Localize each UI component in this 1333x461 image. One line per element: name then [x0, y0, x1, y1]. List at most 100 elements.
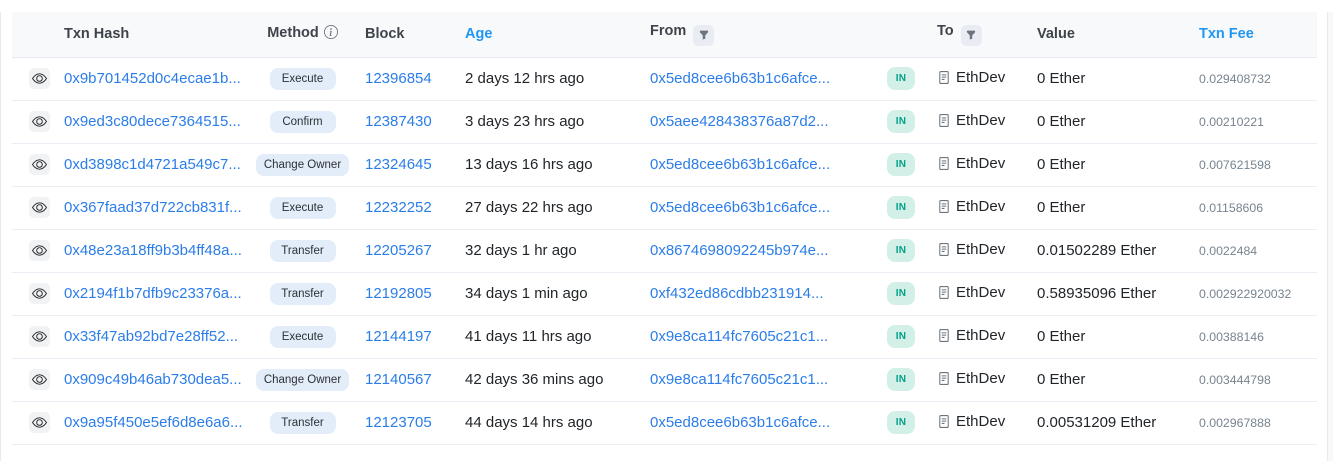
value-text: 0 Ether [1037, 70, 1085, 87]
eye-icon [32, 243, 47, 258]
block-link[interactable]: 12232252 [365, 199, 432, 216]
block-link[interactable]: 12123705 [365, 414, 432, 431]
age-text: 42 days 36 mins ago [465, 371, 603, 388]
to-name-tag-link[interactable]: EthDev [956, 69, 1005, 86]
to-name-tag-link[interactable]: EthDev [956, 155, 1005, 172]
age-text: 3 days 23 hrs ago [465, 113, 584, 130]
vertical-scrollbar[interactable] [1327, 12, 1333, 461]
to-filter-button[interactable] [961, 25, 982, 46]
direction-in-badge: IN [887, 239, 916, 262]
from-address-link[interactable]: 0xf432ed86cdbb231914... [650, 285, 824, 302]
to-name-tag-link[interactable]: EthDev [956, 241, 1005, 258]
block-link[interactable]: 12324645 [365, 156, 432, 173]
method-badge: Transfer [270, 283, 336, 305]
age-text: 27 days 22 hrs ago [465, 199, 593, 216]
to-name-tag-link[interactable]: EthDev [956, 112, 1005, 129]
txn-hash-link[interactable]: 0x2194f1b7dfb9c23376a... [64, 285, 242, 302]
block-link[interactable]: 12140567 [365, 371, 432, 388]
from-address-link[interactable]: 0x5ed8cee6b63b1c6afce... [650, 414, 830, 431]
from-label: From [650, 23, 686, 39]
direction-in-badge: IN [887, 196, 916, 219]
age-text: 32 days 1 hr ago [465, 242, 577, 259]
txn-hash-link[interactable]: 0xd3898c1d4721a549c7... [64, 156, 241, 173]
to-name-tag-link[interactable]: EthDev [956, 370, 1005, 387]
to-label: To [937, 23, 954, 39]
eye-icon [32, 200, 47, 215]
view-cell [12, 315, 56, 358]
table-row: 0xd3898c1d4721a549c7... Change Owner 123… [12, 143, 1317, 186]
eye-icon [32, 329, 47, 344]
txn-hash-link[interactable]: 0x9a95f450e5ef6d8e6a6... [64, 414, 243, 431]
view-txn-details-button[interactable] [29, 197, 50, 218]
view-txn-details-button[interactable] [29, 369, 50, 390]
view-cell [12, 143, 56, 186]
txn-hash-link[interactable]: 0x367faad37d722cb831f... [64, 199, 242, 216]
txn-hash-link[interactable]: 0x48e23a18ff9b3b4ff48a... [64, 242, 242, 259]
from-filter-button[interactable] [693, 25, 714, 46]
from-address-link[interactable]: 0x5ed8cee6b63b1c6afce... [650, 70, 830, 87]
to-name-tag-link[interactable]: EthDev [956, 327, 1005, 344]
to-name-tag-link[interactable]: EthDev [956, 284, 1005, 301]
block-link[interactable]: 12396854 [365, 70, 432, 87]
eye-icon [32, 415, 47, 430]
contract-document-icon [937, 328, 951, 343]
direction-in-badge: IN [887, 411, 916, 434]
table-row: 0x909c49b46ab730dea5... Change Owner 121… [12, 358, 1317, 401]
view-cell [12, 186, 56, 229]
block-link[interactable]: 12192805 [365, 285, 432, 302]
contract-document-icon [937, 285, 951, 300]
method-badge: Execute [270, 326, 336, 348]
view-txn-details-button[interactable] [29, 326, 50, 347]
view-cell [12, 272, 56, 315]
txn-fee-text: 0.029408732 [1199, 72, 1271, 86]
txn-fee-text: 0.007621598 [1199, 158, 1271, 172]
view-txn-details-button[interactable] [29, 240, 50, 261]
value-label: Value [1037, 26, 1075, 42]
block-link[interactable]: 12205267 [365, 242, 432, 259]
method-badge: Transfer [270, 240, 336, 262]
view-txn-details-button[interactable] [29, 68, 50, 89]
table-header-row: Txn Hash Method Block Age From To Value … [12, 12, 1317, 57]
age-sort-link[interactable]: Age [465, 26, 492, 42]
from-address-link[interactable]: 0x5aee428438376a87d2... [650, 113, 829, 130]
view-txn-details-button[interactable] [29, 111, 50, 132]
to-name-tag-link[interactable]: EthDev [956, 198, 1005, 215]
block-link[interactable]: 12144197 [365, 328, 432, 345]
view-cell [12, 229, 56, 272]
txn-fee-text: 0.002967888 [1199, 416, 1271, 430]
col-header-value: Value [1027, 12, 1187, 57]
txn-hash-link[interactable]: 0x9ed3c80dece7364515... [64, 113, 241, 130]
method-badge: Execute [270, 68, 336, 90]
view-txn-details-button[interactable] [29, 412, 50, 433]
txn-hash-link[interactable]: 0x909c49b46ab730dea5... [64, 371, 242, 388]
table-row: 0x367faad37d722cb831f... Execute 1223225… [12, 186, 1317, 229]
view-cell [12, 100, 56, 143]
view-txn-details-button[interactable] [29, 283, 50, 304]
txn-fee-sort-link[interactable]: Txn Fee [1199, 26, 1254, 42]
txn-fee-text: 0.00210221 [1199, 115, 1264, 129]
view-cell [12, 401, 56, 444]
txn-hash-label: Txn Hash [64, 26, 129, 42]
eye-icon [32, 286, 47, 301]
table-row: 0x48e23a18ff9b3b4ff48a... Transfer 12205… [12, 229, 1317, 272]
from-address-link[interactable]: 0x8674698092245b974e... [650, 242, 829, 259]
contract-document-icon [937, 70, 951, 85]
table-row: 0x9a95f450e5ef6d8e6a6... Transfer 121237… [12, 401, 1317, 444]
from-address-link[interactable]: 0x9e8ca114fc7605c21c1... [650, 328, 828, 345]
txn-hash-link[interactable]: 0x9b701452d0c4ecae1b... [64, 70, 241, 87]
block-link[interactable]: 12387430 [365, 113, 432, 130]
from-address-link[interactable]: 0x9e8ca114fc7605c21c1... [650, 371, 828, 388]
eye-icon [32, 114, 47, 129]
txn-hash-link[interactable]: 0x33f47ab92bd7e28ff52... [64, 328, 238, 345]
age-text: 2 days 12 hrs ago [465, 70, 584, 87]
view-txn-details-button[interactable] [29, 154, 50, 175]
info-circle-icon[interactable] [324, 25, 338, 43]
eye-icon [32, 372, 47, 387]
from-address-link[interactable]: 0x5ed8cee6b63b1c6afce... [650, 199, 830, 216]
value-text: 0.00531209 Ether [1037, 414, 1156, 431]
from-address-link[interactable]: 0x5ed8cee6b63b1c6afce... [650, 156, 830, 173]
to-name-tag-link[interactable]: EthDev [956, 413, 1005, 430]
col-header-method: Method [250, 12, 355, 57]
contract-document-icon [937, 414, 951, 429]
contract-document-icon [937, 199, 951, 214]
